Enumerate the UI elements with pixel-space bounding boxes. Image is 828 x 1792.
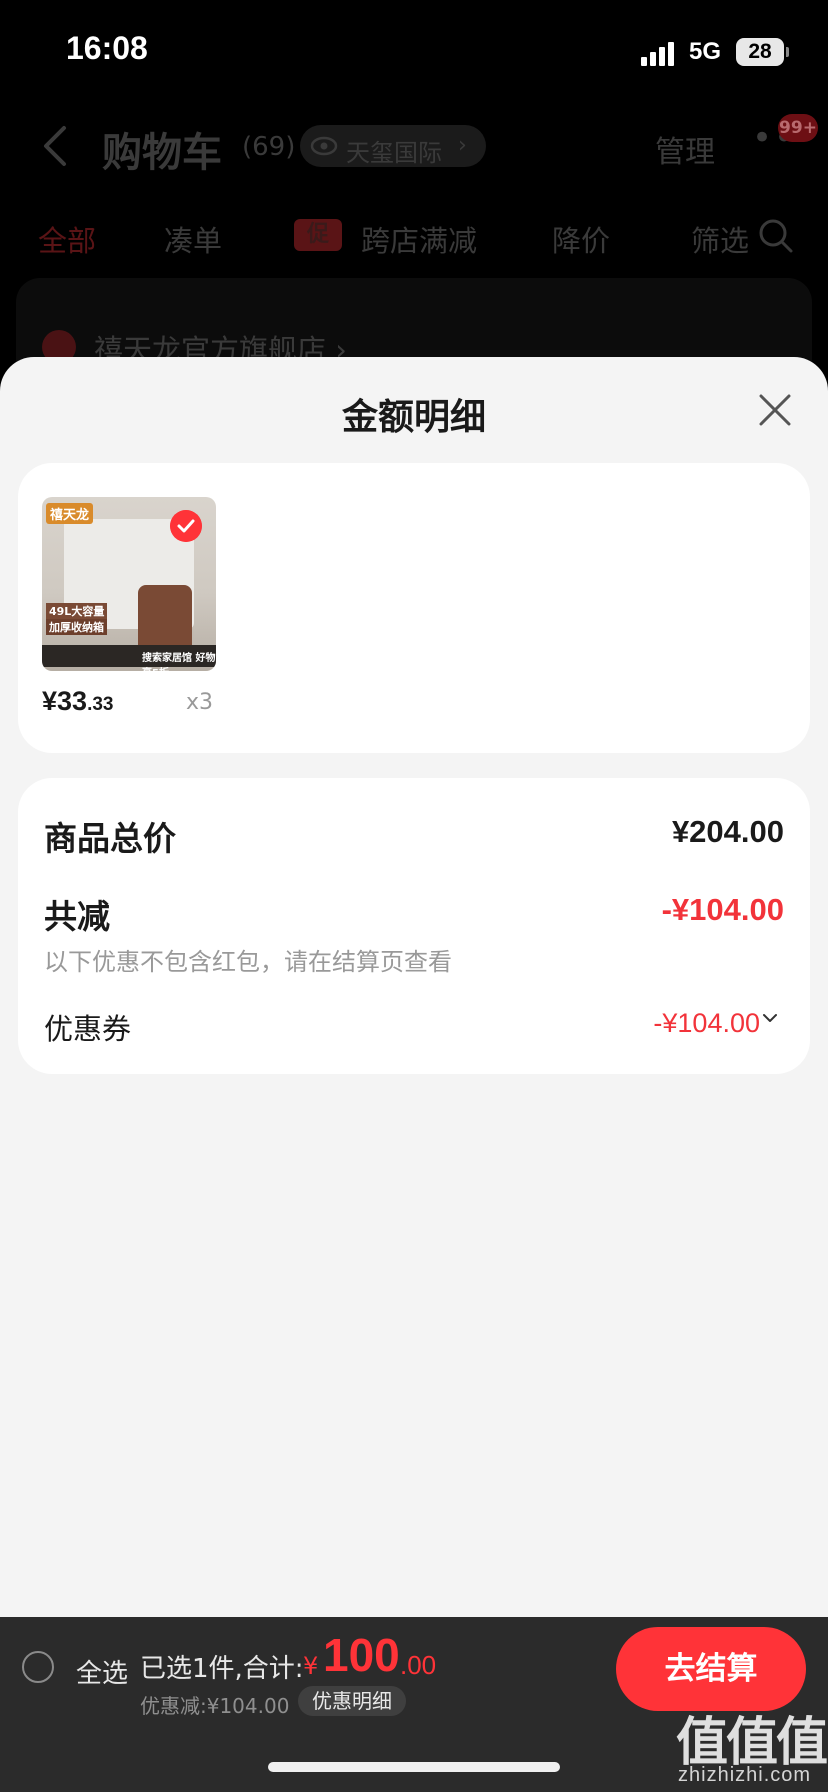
close-icon[interactable] bbox=[758, 393, 792, 427]
sum-amount: 100 bbox=[323, 1629, 400, 1681]
eye-icon bbox=[310, 136, 338, 156]
status-time: 16:08 bbox=[66, 30, 148, 66]
network-type: 5G bbox=[689, 38, 722, 65]
tab-cross-store[interactable]: 跨店满减 bbox=[361, 218, 477, 260]
selected-summary: 已选1件,合计: bbox=[140, 1654, 304, 1684]
reduce-value: -¥104.00 bbox=[661, 892, 784, 927]
product-price: ¥33.33 bbox=[42, 686, 114, 716]
search-icon[interactable] bbox=[758, 218, 794, 254]
sum-currency: ¥ bbox=[303, 1652, 319, 1680]
discount-detail-button[interactable]: 优惠明细 bbox=[298, 1686, 406, 1716]
discount-summary: 优惠减:¥104.00 bbox=[140, 1694, 290, 1718]
signal-icon bbox=[641, 42, 677, 66]
coupon-value[interactable]: -¥104.00 bbox=[653, 1008, 760, 1039]
region-label: 天玺国际 bbox=[346, 139, 442, 167]
coupon-label[interactable]: 优惠券 bbox=[44, 1006, 131, 1048]
check-icon[interactable] bbox=[170, 510, 202, 542]
thumb-caption: 49L大容量 bbox=[46, 603, 108, 619]
back-icon[interactable] bbox=[40, 124, 70, 168]
page-title: 购物车 bbox=[102, 130, 222, 176]
chevron-down-icon[interactable] bbox=[762, 1012, 778, 1024]
sheet-title: 金额明细 bbox=[341, 397, 486, 438]
tab-filter[interactable]: 筛选 bbox=[691, 218, 749, 260]
checkout-button[interactable]: 去结算 bbox=[616, 1627, 806, 1711]
thumb-caption: 加厚收纳箱 bbox=[46, 619, 107, 635]
battery-icon: 28 bbox=[736, 38, 784, 66]
reduce-label: 共减 bbox=[44, 897, 110, 936]
chevron-right-icon: › bbox=[458, 133, 467, 158]
select-all-label[interactable]: 全选 bbox=[76, 1653, 128, 1690]
battery-tip bbox=[786, 47, 789, 57]
reduce-note: 以下优惠不包含红包，请在结算页查看 bbox=[44, 948, 452, 976]
cart-count: (69) bbox=[242, 132, 296, 162]
thumb-brand: 禧天龙 bbox=[46, 503, 94, 524]
total-value: ¥204.00 bbox=[671, 814, 784, 849]
home-indicator[interactable] bbox=[268, 1762, 560, 1772]
thumb-strip-text: 搜索家居馆 好物享5折 bbox=[142, 653, 216, 671]
sum-decimal: .00 bbox=[400, 1650, 437, 1680]
message-badge: 99+ bbox=[778, 114, 818, 142]
product-quantity: x3 bbox=[186, 690, 214, 715]
tab-all[interactable]: 全部 bbox=[38, 218, 96, 260]
tab-bundle[interactable]: 凑单 bbox=[164, 218, 222, 260]
select-all-checkbox[interactable] bbox=[22, 1651, 54, 1683]
promo-tag: 促 bbox=[294, 219, 342, 251]
tab-price-drop[interactable]: 降价 bbox=[552, 218, 610, 260]
total-label: 商品总价 bbox=[44, 819, 176, 858]
watermark-url: zhizhizhi.com bbox=[678, 1764, 812, 1786]
manage-button[interactable]: 管理 bbox=[655, 127, 715, 171]
